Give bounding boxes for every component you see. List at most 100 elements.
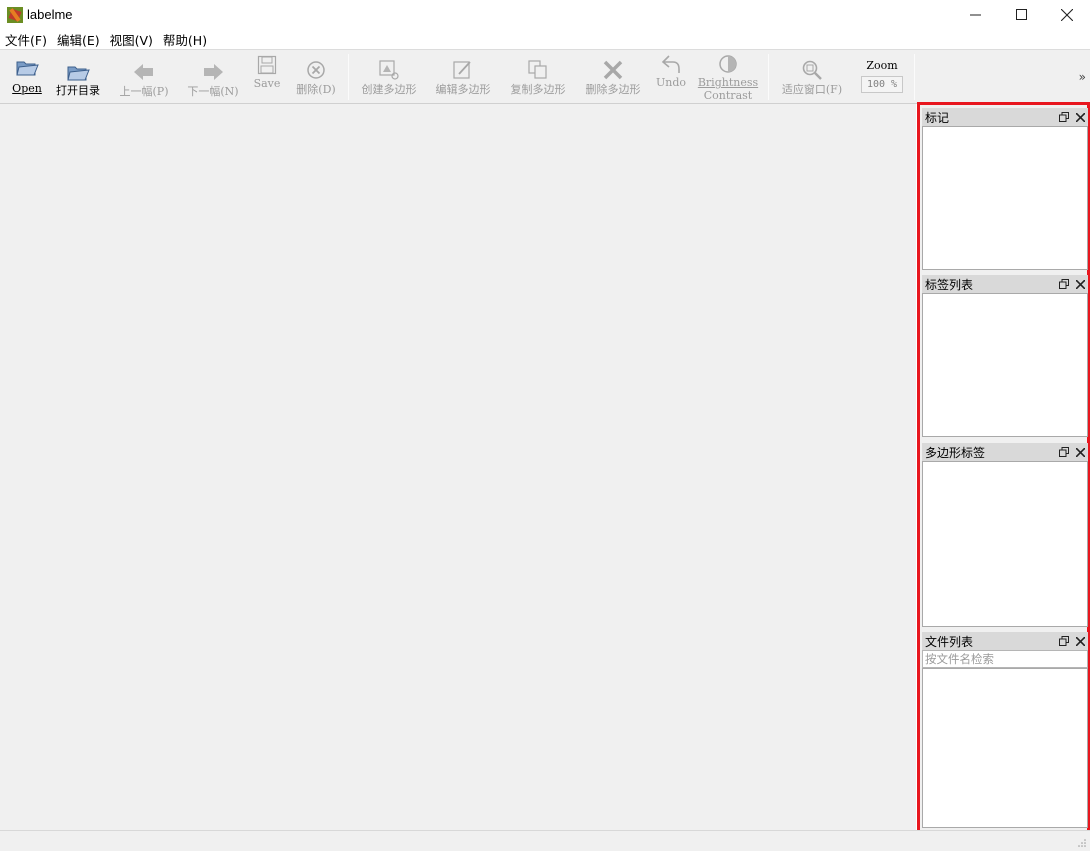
folder-open-icon — [15, 55, 39, 79]
dock-header: 标记 — [922, 108, 1088, 126]
copy-polygon-button[interactable]: 复制多边形 — [506, 50, 570, 104]
close-icon — [1075, 636, 1085, 646]
menu-bar: 文件(F) 编辑(E) 视图(V) 帮助(H) — [0, 29, 1090, 49]
close-dock-button[interactable] — [1072, 633, 1088, 649]
menu-edit[interactable]: 编辑(E) — [52, 30, 105, 49]
delete-file-label: 删除(D) — [296, 83, 336, 96]
close-icon — [1075, 279, 1085, 289]
polygon-labels-dock: 多边形标签 — [922, 443, 1088, 627]
close-button[interactable] — [1044, 0, 1090, 29]
open-dir-button[interactable]: 打开目录 — [52, 50, 104, 104]
float-icon — [1059, 112, 1069, 122]
float-dock-button[interactable] — [1056, 276, 1072, 292]
arrow-left-icon — [132, 60, 156, 84]
dock-title: 多边形标签 — [925, 445, 986, 460]
next-image-label: 下一幅(N) — [187, 85, 239, 98]
polygon-label-list[interactable] — [922, 461, 1088, 627]
minimize-icon — [969, 14, 981, 16]
window-controls — [952, 0, 1090, 29]
folder-open-icon — [66, 60, 90, 84]
dock-title: 标签列表 — [925, 277, 974, 292]
menu-file[interactable]: 文件(F) — [0, 30, 52, 49]
save-label: Save — [253, 77, 281, 90]
close-icon — [1075, 447, 1085, 457]
edit-polygon-icon — [451, 58, 475, 82]
resize-grip-icon[interactable] — [1077, 838, 1087, 848]
image-canvas[interactable] — [0, 104, 916, 830]
window-title: labelme — [27, 7, 73, 22]
float-icon — [1059, 636, 1069, 646]
delete-file-button[interactable]: 删除(D) — [293, 50, 339, 104]
dock-header: 标签列表 — [922, 275, 1088, 293]
brightness-label: Brightness — [697, 76, 759, 89]
open-label: Open — [12, 82, 42, 95]
file-search-input[interactable]: 按文件名检索 — [922, 650, 1088, 668]
status-bar — [0, 830, 1090, 851]
zoom-control: Zoom 100 % — [857, 50, 907, 104]
labels-dock: 标签列表 — [922, 275, 1088, 437]
float-dock-button[interactable] — [1056, 444, 1072, 460]
file-list[interactable] — [922, 668, 1088, 828]
open-button[interactable]: Open — [10, 50, 44, 104]
close-dock-button[interactable] — [1072, 109, 1088, 125]
prev-image-label: 上一幅(P) — [119, 85, 169, 98]
toolbar: Open 打开目录 上一幅(P) 下一幅(N) Save 删除(D) 创建多边形… — [0, 49, 1090, 104]
float-icon — [1059, 279, 1069, 289]
file-list-dock: 文件列表 按文件名检索 — [922, 632, 1088, 828]
delete-polygon-label: 删除多边形 — [585, 83, 641, 96]
delete-x-icon — [601, 58, 625, 82]
edit-polygon-button[interactable]: 编辑多边形 — [431, 50, 495, 104]
create-polygon-label: 创建多边形 — [361, 83, 417, 96]
minimize-button[interactable] — [952, 0, 998, 29]
arrow-right-icon — [201, 60, 225, 84]
flags-dock: 标记 — [922, 108, 1088, 270]
label-list[interactable] — [922, 293, 1088, 437]
flags-list[interactable] — [922, 126, 1088, 270]
next-image-button[interactable]: 下一幅(N) — [185, 50, 241, 104]
fit-window-label: 适应窗口(F) — [781, 83, 843, 96]
dock-header: 多边形标签 — [922, 443, 1088, 461]
undo-icon — [659, 52, 683, 76]
zoom-spinbox[interactable]: 100 % — [861, 76, 903, 93]
contrast-label: Contrast — [703, 89, 753, 102]
toolbar-overflow-button[interactable]: » — [1079, 70, 1086, 84]
close-icon — [1061, 8, 1073, 21]
create-polygon-button[interactable]: 创建多边形 — [357, 50, 421, 104]
toolbar-separator — [914, 54, 915, 100]
fit-window-button[interactable]: 适应窗口(F) — [778, 50, 846, 104]
undo-button[interactable]: Undo — [655, 50, 687, 104]
create-polygon-icon — [377, 58, 401, 82]
prev-image-button[interactable]: 上一幅(P) — [116, 50, 172, 104]
dock-title: 文件列表 — [925, 634, 974, 649]
dock-title: 标记 — [925, 110, 950, 125]
maximize-icon — [1015, 9, 1027, 20]
labelme-app-icon — [7, 6, 23, 23]
maximize-button[interactable] — [998, 0, 1044, 29]
brightness-icon — [716, 52, 740, 76]
save-icon — [255, 53, 279, 77]
delete-polygon-button[interactable]: 删除多边形 — [581, 50, 645, 104]
float-dock-button[interactable] — [1056, 109, 1072, 125]
toolbar-separator — [348, 54, 349, 100]
dock-panel-area: 标记 标签列表 多边形标签 文件列表 按文件名检索 — [917, 102, 1090, 833]
zoom-label: Zoom — [866, 59, 898, 72]
close-dock-button[interactable] — [1072, 444, 1088, 460]
edit-polygon-label: 编辑多边形 — [435, 83, 491, 96]
zoom-fit-icon — [800, 58, 824, 82]
dock-header: 文件列表 — [922, 632, 1088, 650]
toolbar-separator — [768, 54, 769, 100]
open-dir-label: 打开目录 — [56, 84, 100, 97]
title-bar: labelme — [0, 0, 1090, 29]
copy-polygon-label: 复制多边形 — [510, 83, 566, 96]
menu-view[interactable]: 视图(V) — [105, 30, 158, 49]
close-icon — [1075, 112, 1085, 122]
delete-circle-icon — [304, 58, 328, 82]
save-button[interactable]: Save — [252, 50, 282, 104]
float-icon — [1059, 447, 1069, 457]
copy-polygon-icon — [526, 58, 550, 82]
close-dock-button[interactable] — [1072, 276, 1088, 292]
brightness-contrast-button[interactable]: Brightness Contrast — [695, 50, 761, 104]
menu-help[interactable]: 帮助(H) — [158, 30, 212, 49]
float-dock-button[interactable] — [1056, 633, 1072, 649]
undo-label: Undo — [655, 76, 687, 89]
